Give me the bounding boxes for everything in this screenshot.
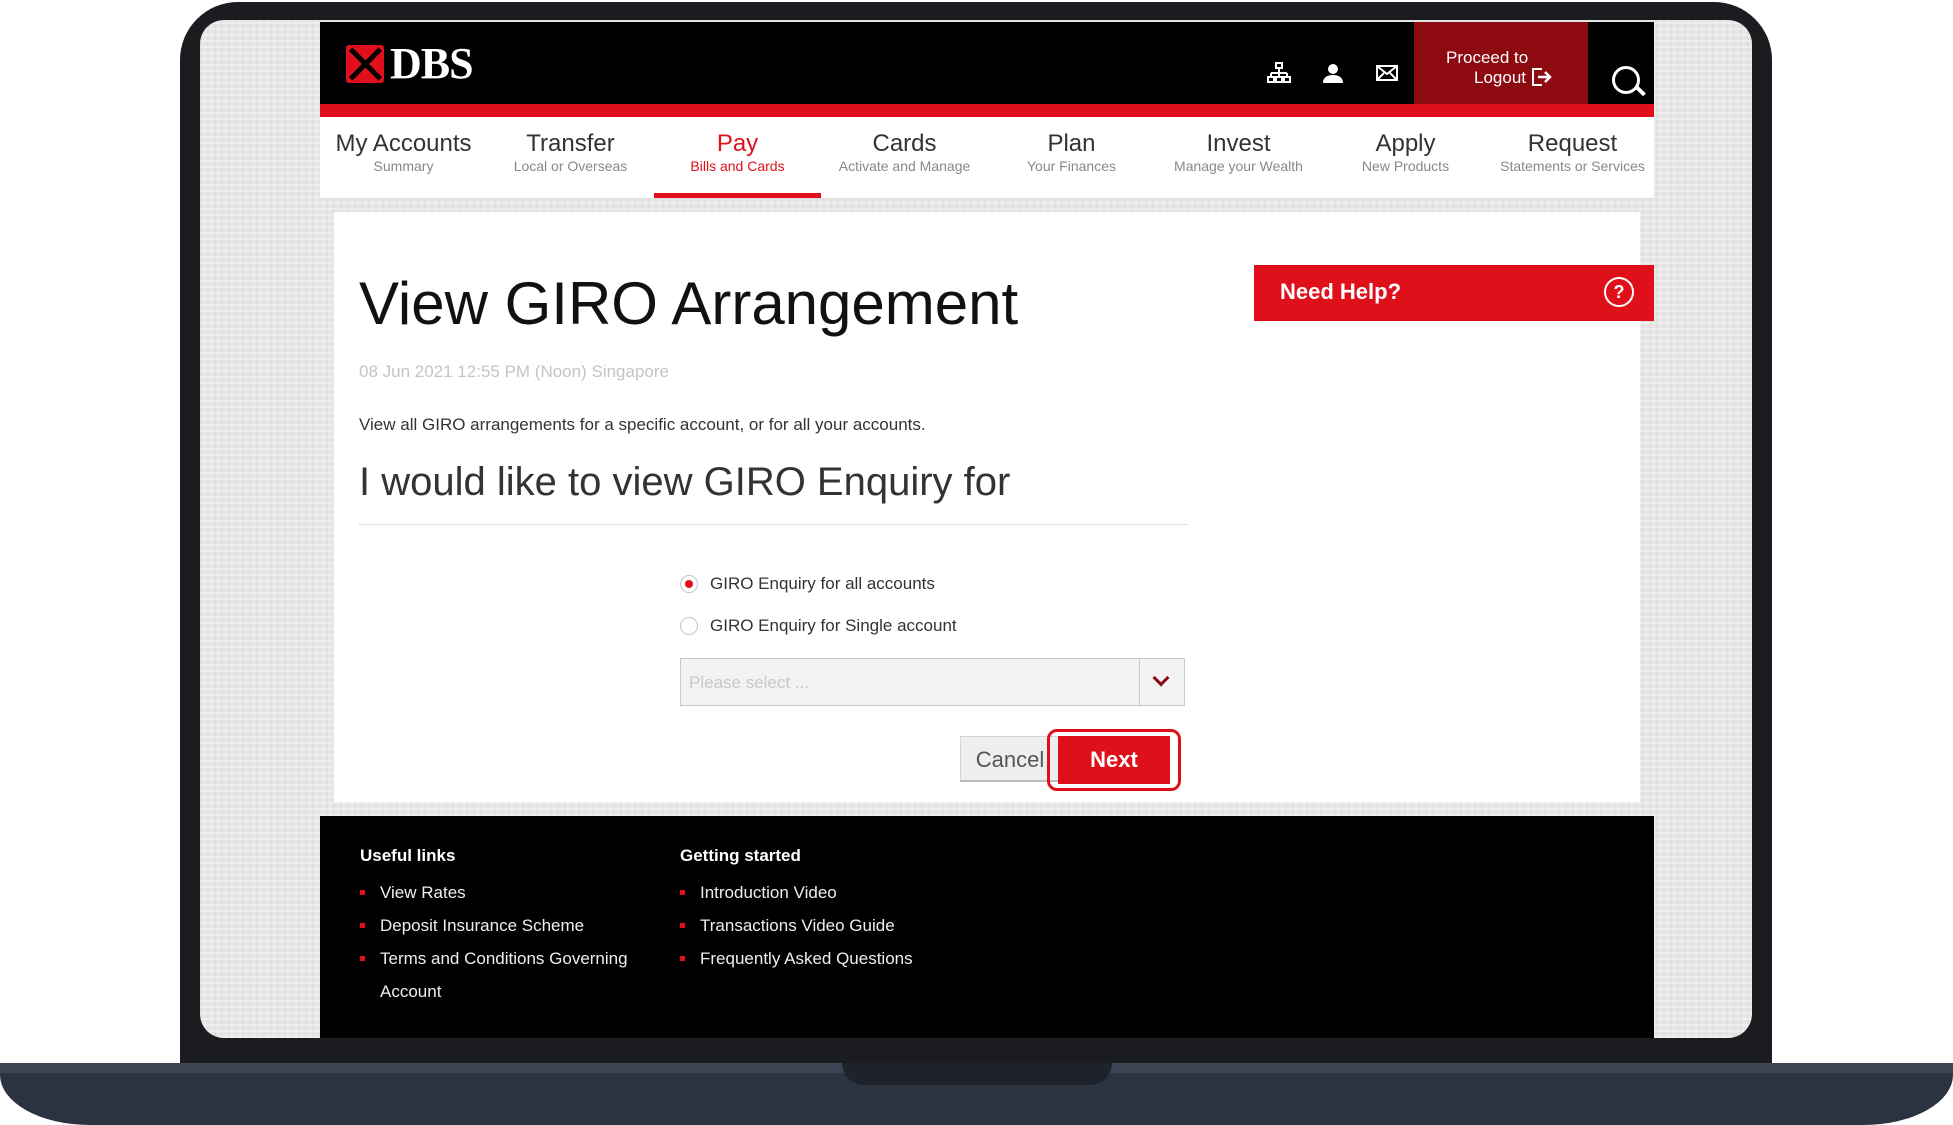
nav-apply[interactable]: Apply New Products	[1322, 117, 1489, 198]
footer-link-faq[interactable]: Frequently Asked Questions	[680, 942, 913, 975]
nav-title: Apply	[1375, 130, 1436, 157]
footer-link-transactions-video[interactable]: Transactions Video Guide	[680, 909, 913, 942]
timestamp: 08 Jun 2021 12:55 PM (Noon) Singapore	[359, 362, 669, 381]
nav-title: My Accounts	[335, 130, 472, 157]
nav-invest[interactable]: Invest Manage your Wealth	[1155, 117, 1322, 198]
logout-button[interactable]: Proceed to Logout	[1414, 22, 1588, 104]
chevron-down-icon[interactable]	[1139, 659, 1184, 705]
account-select-placeholder: Please select ...	[689, 673, 810, 692]
nav-title: Pay	[716, 130, 759, 157]
footer-getting-started: Getting started Introduction Video Trans…	[680, 846, 913, 975]
nav-cards[interactable]: Cards Activate and Manage	[821, 117, 988, 198]
main-nav: My Accounts Summary Transfer Local or Ov…	[320, 117, 1654, 199]
page-title: View GIRO Arrangement	[359, 270, 1019, 337]
footer-link-deposit-insurance[interactable]: Deposit Insurance Scheme	[360, 909, 628, 942]
nav-subtitle: Statements or Services	[1500, 158, 1645, 174]
dbs-logo-icon	[346, 44, 384, 83]
mail-icon[interactable]	[1367, 60, 1407, 96]
footer-link-intro-video[interactable]: Introduction Video	[680, 876, 913, 909]
logout-line2: Logout	[1474, 68, 1526, 87]
footer: Useful links View Rates Deposit Insuranc…	[320, 816, 1654, 1038]
nav-transfer[interactable]: Transfer Local or Overseas	[487, 117, 654, 198]
footer-useful-links: Useful links View Rates Deposit Insuranc…	[360, 846, 628, 1008]
radio-single-account-input[interactable]	[680, 617, 698, 635]
nav-title: Plan	[1047, 130, 1096, 157]
nav-subtitle: Summary	[373, 158, 434, 174]
need-help-button[interactable]: Need Help? ?	[1254, 265, 1654, 321]
next-button[interactable]: Next	[1058, 736, 1170, 784]
nav-title: Transfer	[526, 130, 615, 157]
nav-my-accounts[interactable]: My Accounts Summary	[320, 117, 487, 198]
radio-all-accounts[interactable]: GIRO Enquiry for all accounts	[680, 574, 935, 594]
dbs-logo[interactable]: DBS	[346, 38, 474, 89]
radio-all-accounts-label: GIRO Enquiry for all accounts	[710, 574, 935, 593]
footer-link-view-rates[interactable]: View Rates	[360, 876, 628, 909]
nav-subtitle: Activate and Manage	[838, 158, 971, 174]
search-icon[interactable]	[1612, 66, 1640, 94]
laptop-notch	[842, 1063, 1112, 1085]
footer-heading: Getting started	[680, 846, 801, 865]
radio-single-account[interactable]: GIRO Enquiry for Single account	[680, 616, 957, 636]
nav-title: Invest	[1206, 130, 1271, 157]
nav-subtitle: New Products	[1361, 158, 1450, 174]
logo-text: DBS	[390, 39, 474, 88]
profile-icon[interactable]	[1313, 60, 1353, 96]
nav-subtitle: Manage your Wealth	[1174, 158, 1303, 174]
logout-line1: Proceed to	[1446, 48, 1529, 67]
account-select[interactable]: Please select ...	[680, 658, 1185, 706]
nav-subtitle: Local or Overseas	[513, 158, 628, 174]
nav-pay[interactable]: Pay Bills and Cards	[654, 117, 821, 198]
nav-request[interactable]: Request Statements or Services	[1489, 117, 1656, 198]
nav-subtitle: Your Finances	[1027, 158, 1116, 174]
divider	[359, 524, 1187, 525]
radio-all-accounts-input[interactable]	[680, 575, 698, 593]
nav-plan[interactable]: Plan Your Finances	[988, 117, 1155, 198]
footer-heading: Useful links	[360, 846, 456, 865]
nav-title: Request	[1527, 130, 1618, 157]
screen: DBS Proceed to Logout My Accounts Summar…	[200, 20, 1752, 1038]
footer-link-terms-continued[interactable]: Account	[360, 975, 628, 1008]
nav-subtitle: Bills and Cards	[690, 158, 785, 174]
help-question-icon: ?	[1604, 277, 1634, 307]
need-help-label: Need Help?	[1280, 279, 1402, 304]
top-bar: DBS Proceed to Logout	[320, 22, 1654, 104]
radio-single-account-label: GIRO Enquiry for Single account	[710, 616, 957, 635]
cancel-button[interactable]: Cancel	[960, 736, 1060, 782]
page-description: View all GIRO arrangements for a specifi…	[359, 415, 926, 434]
sitemap-icon[interactable]	[1259, 60, 1299, 96]
nav-title: Cards	[872, 130, 937, 157]
form-subheading: I would like to view GIRO Enquiry for	[359, 460, 1011, 504]
header-red-line	[320, 104, 1654, 117]
footer-link-terms[interactable]: Terms and Conditions Governing	[360, 942, 628, 975]
logout-icon	[1530, 66, 1552, 92]
